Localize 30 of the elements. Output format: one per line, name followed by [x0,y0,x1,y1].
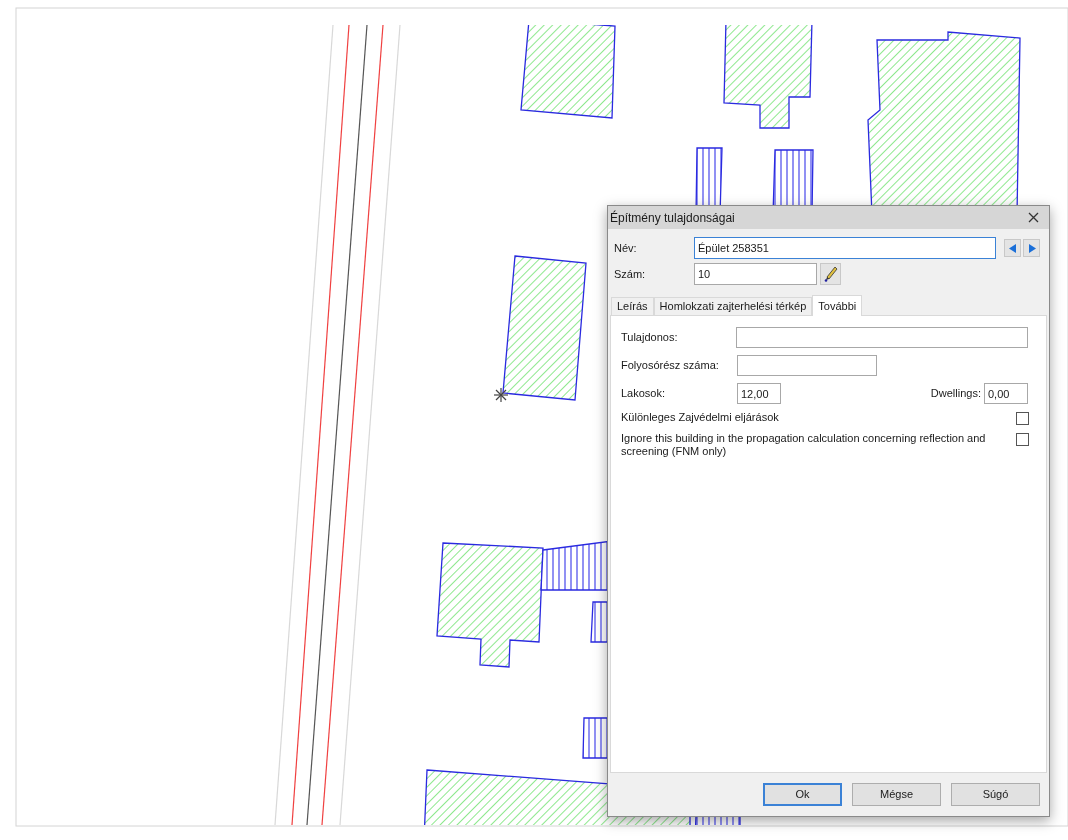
right-arrow-icon [1027,243,1036,253]
edit-button[interactable] [820,263,841,285]
dialog-button[interactable]: Súgó [951,783,1040,806]
pencil-icon [823,266,838,282]
field-label: Dwellings: [930,386,981,402]
checkbox[interactable] [1016,412,1029,425]
input-field[interactable]: 12,00 [737,383,781,404]
field-label: Név: [614,240,638,256]
checkbox-label: Ignore this building in the propagation calculation concerning reflection and screening (FNM only) [621,432,987,458]
number-field[interactable]: 10 [694,263,817,285]
tab[interactable]: Homlokzati zajterhelési térkép [653,297,813,315]
close-icon [1027,212,1039,223]
tab[interactable]: Leírás [611,297,654,315]
field-label: Folyosórész száma: [621,358,720,374]
left-arrow-icon [1008,243,1017,253]
checkbox-label: Különleges Zajvédelmi eljárások [621,411,779,424]
field-label: Tulajdonos: [621,330,679,346]
next-button[interactable] [1023,239,1040,257]
previous-button[interactable] [1004,239,1021,257]
dialog-button[interactable]: Mégse [852,783,941,806]
tab[interactable]: További [812,295,863,316]
input-field[interactable]: 0,00 [984,383,1028,404]
dialog-button[interactable]: Ok [763,783,842,806]
input-field[interactable] [737,355,877,376]
field-label: Szám: [614,266,647,282]
window-title: Építmény tulajdonságai [610,209,735,227]
field-label: Lakosok: [621,386,667,402]
checkbox[interactable] [1016,433,1029,446]
name-field[interactable]: Épület 258351 [694,237,996,259]
input-field[interactable] [736,327,1028,348]
